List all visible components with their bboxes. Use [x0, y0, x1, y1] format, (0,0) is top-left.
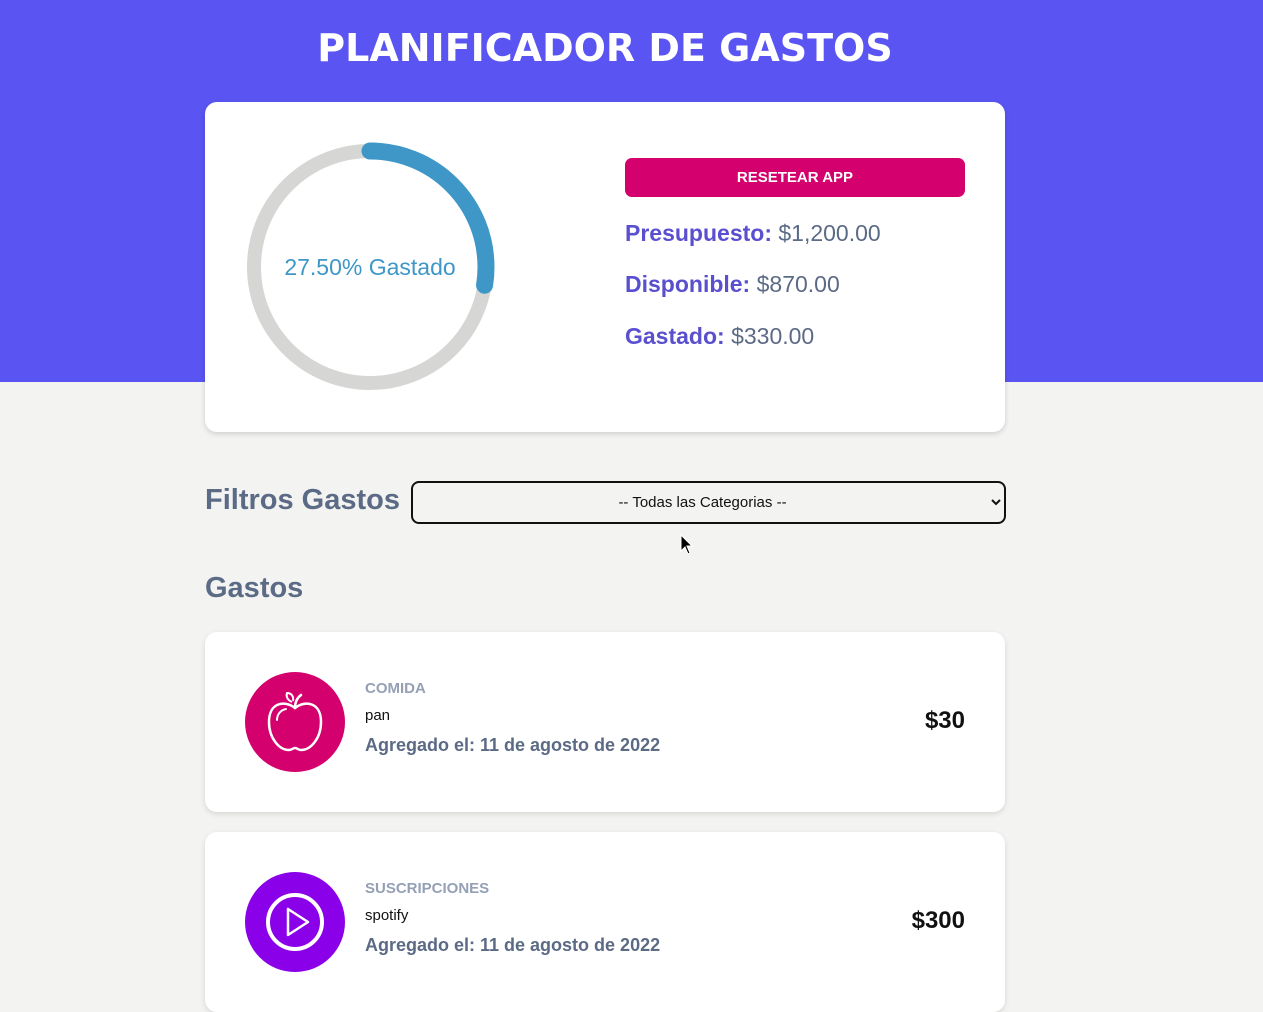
apple-icon [245, 672, 345, 772]
play-icon [245, 872, 345, 972]
expense-amount: $30 [924, 707, 965, 734]
reset-app-button[interactable]: RESETEAR APP [625, 158, 965, 197]
available-value: $870.00 [756, 271, 840, 297]
budget-card: 27.50% Gastado RESETEAR APP Presupuesto:… [205, 102, 1005, 432]
progress-ring: 27.50% Gastado [245, 142, 495, 392]
expense-amount: $300 [911, 907, 965, 934]
expense-item[interactable]: SUSCRIPCIONES spotify Agregado el: 11 de… [205, 832, 1005, 1012]
progress-label: 27.50% Gastado [284, 253, 456, 280]
category-filter-select[interactable]: -- Todas las Categorias -- [411, 481, 1006, 524]
spent-label: Gastado: [625, 323, 725, 349]
app-title: PLANIFICADOR DE GASTOS [317, 26, 893, 70]
expense-name: pan [365, 707, 391, 724]
budget-value: $1,200.00 [778, 220, 881, 246]
expense-date: Agregado el: 11 de agosto de 2022 [365, 735, 661, 755]
spent-value: $330.00 [731, 323, 815, 349]
mouse-cursor-icon [680, 534, 694, 555]
expense-category: SUSCRIPCIONES [365, 880, 490, 897]
expense-name: spotify [365, 907, 409, 924]
expenses-title: Gastos [205, 572, 304, 604]
expense-category: COMIDA [365, 680, 426, 697]
spent-stat: Gastado: $330.00 [625, 323, 814, 350]
budget-stat: Presupuesto: $1,200.00 [625, 220, 881, 247]
filters-label: Filtros Gastos [205, 484, 400, 516]
expense-item[interactable]: COMIDA pan Agregado el: 11 de agosto de … [205, 632, 1005, 812]
expense-date: Agregado el: 11 de agosto de 2022 [365, 935, 661, 955]
available-label: Disponible: [625, 271, 751, 297]
budget-label: Presupuesto: [625, 220, 772, 246]
available-stat: Disponible: $870.00 [625, 271, 840, 298]
